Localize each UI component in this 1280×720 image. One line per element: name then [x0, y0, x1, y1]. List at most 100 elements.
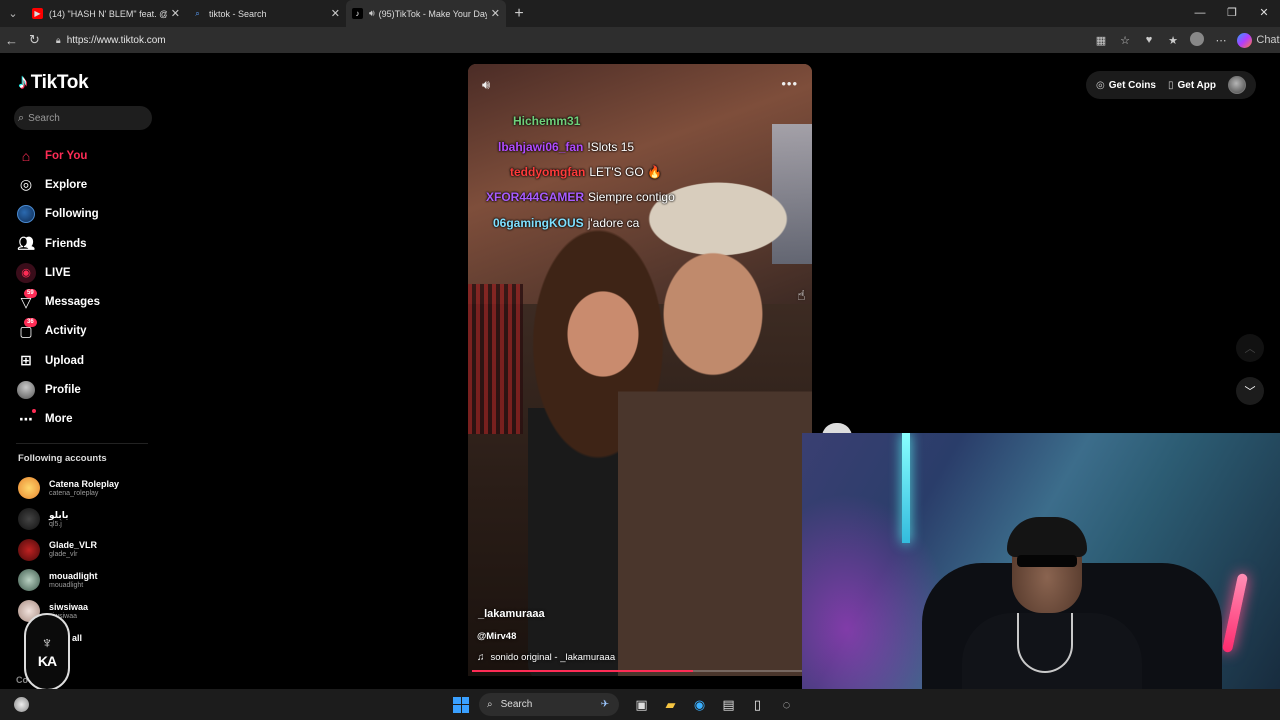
chevron-down-icon: ﹀	[1244, 386, 1256, 398]
messages-badge: 59	[24, 289, 37, 299]
tab-title: (95)TikTok - Make Your Day	[378, 8, 487, 19]
more-menu-icon[interactable]: ⋯	[1209, 34, 1233, 47]
close-tab-icon[interactable]: ✕	[491, 7, 500, 20]
nav-label: Messages	[45, 296, 100, 309]
store-icon[interactable]: ▤	[714, 697, 743, 713]
logo-mark: KA	[37, 653, 57, 669]
video-handle[interactable]: @Mirv48	[477, 631, 516, 642]
chat-text: j'adore ca	[587, 216, 640, 230]
activity-icon: ▢ 36	[16, 318, 37, 341]
close-tab-icon[interactable]: ✕	[171, 7, 180, 20]
lock-icon: 🔒︎	[55, 34, 61, 45]
next-video-button[interactable]: ﹀	[1236, 377, 1264, 405]
webcam-person	[1007, 517, 1087, 557]
video-author[interactable]: _lakamuraaa	[478, 608, 545, 620]
video-sound[interactable]: ♫ sonido original - _lakamuraaa	[477, 652, 615, 663]
logo-text: TikTok	[30, 71, 89, 93]
coin-icon: ◎	[1096, 79, 1105, 91]
progress-fill	[472, 670, 694, 672]
search-icon: ⌕	[195, 8, 200, 18]
address-bar[interactable]: 🔒︎ https://www.tiktok.com	[50, 30, 1083, 50]
minimize-icon[interactable]: —	[1184, 0, 1216, 27]
refresh-icon[interactable]: ↻	[23, 32, 46, 48]
search-box[interactable]: ⌕	[14, 106, 152, 130]
app-icon[interactable]: ◌	[772, 697, 801, 712]
weather-icon[interactable]	[14, 697, 29, 712]
extensions-icon[interactable]: ▦	[1089, 34, 1113, 47]
live-icon: ◉	[16, 262, 36, 283]
speaker-icon[interactable]: 🔊︎	[369, 8, 375, 19]
video-background	[468, 284, 523, 434]
account-name: بابلو	[49, 509, 69, 520]
get-coins-button[interactable]: ◎ Get Coins	[1096, 80, 1156, 91]
chat-username: Hichemm31	[513, 114, 581, 128]
nav-messages[interactable]: ▽ 59 Messages	[16, 287, 100, 316]
nav-more[interactable]: ⋯ More	[16, 405, 100, 434]
following-account[interactable]: Glade_VLR glade_vlr	[18, 534, 119, 565]
notepad-icon[interactable]: ▯	[743, 697, 772, 713]
taskbar: ⌕ Search ✈ ▣ ▰ ◉ ▤ ▯ ◌	[0, 689, 1280, 720]
tab-youtube[interactable]: ▶ (14) "HASH N' BLEM" feat. @unkn ✕	[26, 0, 186, 27]
tab-tiktok-search[interactable]: ⌕ tiktok - Search ✕	[186, 0, 346, 27]
close-tab-icon[interactable]: ✕	[331, 7, 340, 20]
volume-icon[interactable]: 🔊︎	[482, 77, 490, 93]
nav-live[interactable]: ◉ LIVE	[16, 258, 100, 287]
browser-tab-bar: ⌄ ▶ (14) "HASH N' BLEM" feat. @unkn ✕ ⌕ …	[0, 0, 1280, 27]
nav-upload[interactable]: ⊞ Upload	[16, 346, 100, 375]
profile-avatar	[16, 380, 36, 400]
tab-actions-icon[interactable]: ⌄	[0, 0, 26, 27]
nav-label: LIVE	[45, 266, 71, 279]
sidebar: ♪ TikTok ⌕ ⌂ For You ◎ Explore Following…	[0, 53, 165, 689]
get-app-button[interactable]: ▯ Get App	[1168, 80, 1216, 91]
friends-icon: 👥︎	[17, 235, 35, 252]
tiktok-logo[interactable]: ♪ TikTok	[18, 71, 89, 94]
video-person	[618, 134, 812, 676]
top-actions: ◎ Get Coins ▯ Get App	[1086, 71, 1256, 99]
home-icon: ⌂	[21, 147, 31, 164]
new-tab-button[interactable]: +	[506, 5, 532, 23]
following-account[interactable]: بابلو ql5.j	[18, 504, 119, 535]
more-options-icon[interactable]: •••	[781, 76, 798, 91]
taskbar-search[interactable]: ⌕ Search ✈	[479, 693, 619, 716]
copilot-chat-button[interactable]: Chat	[1237, 32, 1280, 48]
restore-icon[interactable]: ❐	[1216, 0, 1248, 27]
music-note-icon: ♫	[477, 652, 485, 663]
nav-following[interactable]: Following	[16, 200, 100, 229]
favorites-icon[interactable]: ★	[1161, 34, 1185, 47]
close-window-icon[interactable]: ✕	[1248, 0, 1280, 27]
following-account[interactable]: mouadlight mouadlight	[18, 565, 119, 596]
account-name: siwsiwaa	[49, 601, 89, 612]
account-avatar	[18, 538, 40, 561]
previous-video-button[interactable]: ︿	[1236, 334, 1264, 362]
nav-profile[interactable]: Profile	[16, 375, 100, 404]
chat-message: lbahjawi06_fan !Slots 15	[498, 140, 634, 154]
windows-start-icon[interactable]	[453, 696, 469, 713]
nav-label: Explore	[45, 178, 88, 191]
favorite-icon[interactable]: ☆	[1113, 34, 1137, 47]
browser-essentials-icon[interactable]: ♥	[1137, 34, 1161, 46]
nav-friends[interactable]: 👥︎ Friends	[16, 229, 100, 258]
edge-icon[interactable]: ◉	[685, 697, 714, 713]
video-progress-bar[interactable]	[472, 670, 802, 672]
activity-badge: 36	[24, 318, 37, 328]
file-explorer-icon[interactable]: ▰	[656, 697, 685, 713]
user-avatar[interactable]	[1228, 76, 1246, 94]
streamer-logo-overlay: ♆ KA	[24, 613, 70, 691]
chat-label: Chat	[1256, 34, 1280, 46]
see-all-link[interactable]: all	[72, 633, 82, 643]
messages-icon: ▽ 59	[16, 289, 37, 312]
task-view-icon[interactable]: ▣	[627, 697, 656, 713]
nav-activity[interactable]: ▢ 36 Activity	[16, 317, 100, 346]
back-icon[interactable]: ←	[0, 33, 23, 48]
nav-explore[interactable]: ◎ Explore	[16, 170, 100, 199]
profile-icon[interactable]	[1185, 31, 1209, 49]
nav-for-you[interactable]: ⌂ For You	[16, 141, 100, 170]
search-highlight-icon: ✈	[600, 699, 609, 710]
chat-message: Hichemm31	[513, 114, 580, 128]
upload-icon: ⊞	[20, 352, 32, 369]
tab-tiktok[interactable]: ♪ 🔊︎ (95)TikTok - Make Your Day ✕	[346, 0, 506, 27]
search-input[interactable]	[28, 112, 139, 124]
following-account[interactable]: Catena Roleplay catena_roleplay	[18, 473, 119, 504]
video-player[interactable]: 🔊︎ ••• Hichemm31 lbahjawi06_fan !Slots 15…	[468, 64, 812, 676]
main-nav: ⌂ For You ◎ Explore Following 👥︎ Friends…	[16, 141, 100, 434]
